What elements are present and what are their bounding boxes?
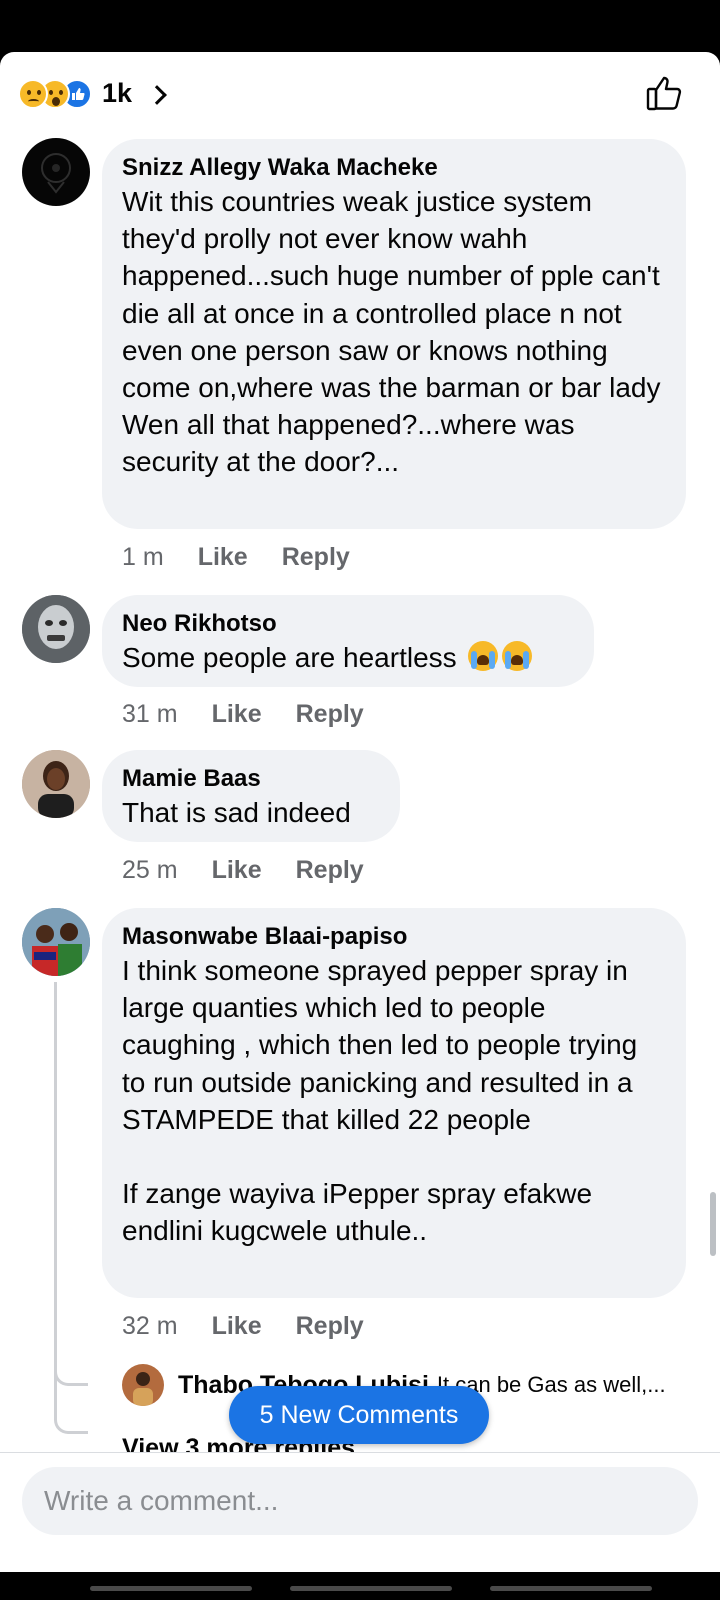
avatar[interactable] xyxy=(22,595,90,663)
comment-time: 1 m xyxy=(122,543,164,571)
new-comments-button[interactable]: 5 New Comments xyxy=(229,1386,489,1444)
avatar[interactable] xyxy=(22,750,90,818)
comment-text: That is sad indeed xyxy=(122,797,351,828)
comments-header: 1k xyxy=(0,52,720,134)
loudly-crying-face-icon xyxy=(468,641,499,671)
reply-button[interactable]: Reply xyxy=(296,1312,364,1341)
comment-text: Some people are heartless xyxy=(122,639,574,676)
comment-actions: 1 m Like Reply xyxy=(122,543,384,572)
comment-bubble[interactable]: Masonwabe Blaai-papiso I think someone s… xyxy=(102,908,686,1298)
reply-button[interactable]: Reply xyxy=(296,856,364,885)
reaction-count: 1k xyxy=(102,78,133,108)
reply-button[interactable]: Reply xyxy=(282,543,350,572)
comment-author[interactable]: Snizz Allegy Waka Macheke xyxy=(122,153,666,183)
chevron-right-icon xyxy=(147,84,167,105)
comment-author[interactable]: Masonwabe Blaai-papiso xyxy=(122,922,666,952)
like-button[interactable]: Like xyxy=(212,856,262,885)
comment-author[interactable]: Neo Rikhotso xyxy=(122,609,574,639)
comment-actions: 25 m Like Reply xyxy=(122,856,398,885)
like-button[interactable]: Like xyxy=(212,1312,262,1341)
comments-sheet: 1k Snizz Allegy Waka Macheke Wit this co… xyxy=(0,52,720,1572)
system-nav-bar xyxy=(0,1572,720,1600)
sad-reaction-icon xyxy=(18,78,48,109)
comment-bubble[interactable]: Mamie Baas That is sad indeed xyxy=(102,750,400,842)
avatar[interactable] xyxy=(22,138,90,206)
comment-bubble[interactable]: Neo Rikhotso Some people are heartless xyxy=(102,595,594,687)
reaction-summary[interactable]: 1k xyxy=(18,78,167,109)
comment-time: 25 m xyxy=(122,856,178,884)
comment-text: Wit this countries weak justice system t… xyxy=(122,186,669,478)
reply-button[interactable]: Reply xyxy=(296,700,364,729)
nav-back-button[interactable] xyxy=(90,1586,252,1591)
avatar[interactable] xyxy=(122,1364,164,1406)
scrollbar[interactable] xyxy=(710,1192,716,1256)
thumbs-up-outline-icon[interactable] xyxy=(646,74,684,117)
thread-line xyxy=(54,982,57,1380)
loudly-crying-face-icon xyxy=(502,641,533,671)
comment-bubble[interactable]: Snizz Allegy Waka Macheke Wit this count… xyxy=(102,139,686,529)
comment-actions: 31 m Like Reply xyxy=(122,700,398,729)
comment-actions: 32 m Like Reply xyxy=(122,1312,398,1341)
like-button[interactable]: Like xyxy=(198,543,248,572)
comment-time: 32 m xyxy=(122,1312,178,1340)
nav-recents-button[interactable] xyxy=(490,1586,652,1591)
comment-text: I think someone sprayed pepper spray in … xyxy=(122,955,638,1247)
nav-home-button[interactable] xyxy=(290,1586,452,1591)
like-button[interactable]: Like xyxy=(212,700,262,729)
thread-connector xyxy=(54,1370,88,1434)
comment-input[interactable] xyxy=(22,1467,698,1535)
comment-time: 31 m xyxy=(122,700,178,728)
comment-author[interactable]: Mamie Baas xyxy=(122,764,380,794)
comment-composer xyxy=(0,1452,720,1544)
avatar[interactable] xyxy=(22,908,90,976)
